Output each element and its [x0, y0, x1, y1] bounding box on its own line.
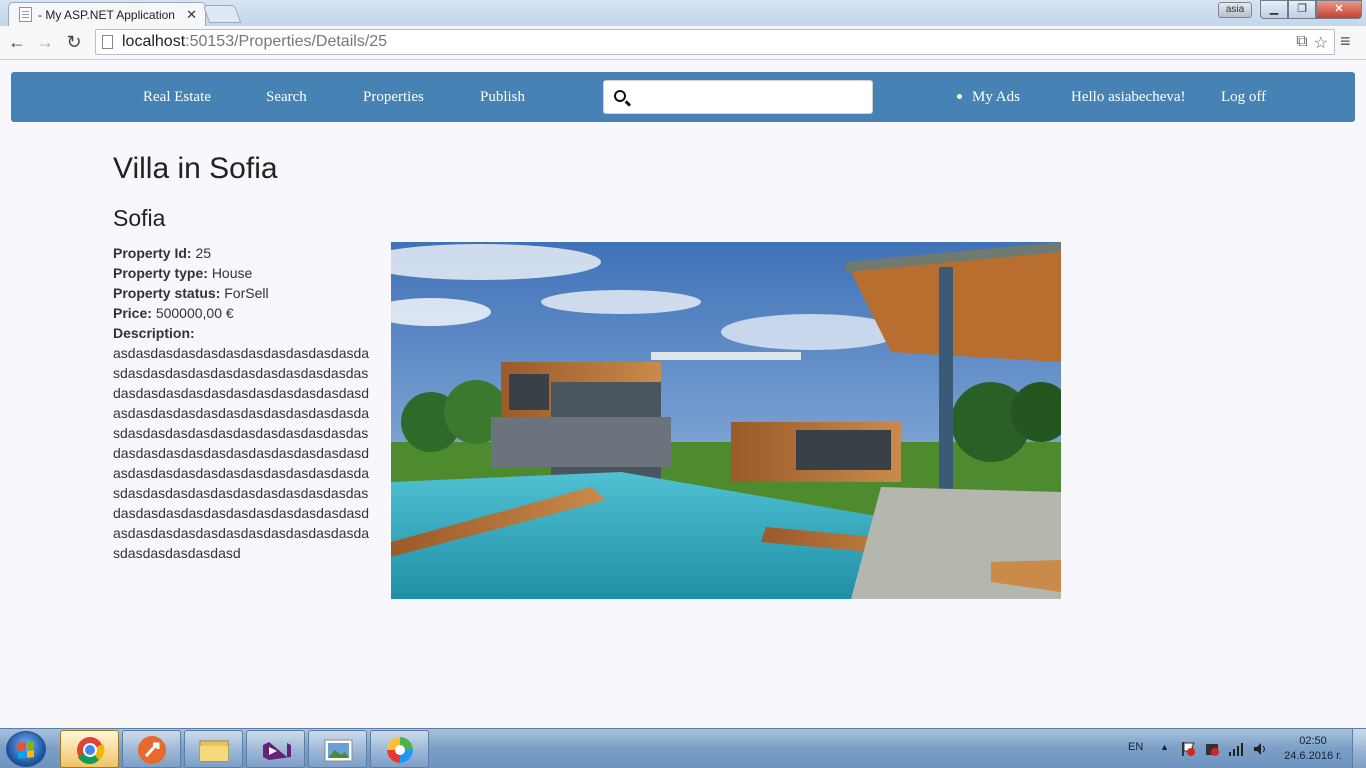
start-button[interactable] [6, 731, 46, 767]
show-hidden-icons-icon[interactable]: ▲ [1160, 742, 1169, 752]
action-center-flag-icon[interactable] [1180, 741, 1196, 757]
windows-logo-icon [18, 741, 34, 759]
network-signal-icon[interactable] [1228, 741, 1244, 757]
rocket-icon [138, 736, 166, 764]
nav-link-publish[interactable]: Publish [480, 89, 525, 106]
browser-toolbar: ← → ↻ localhost:50153/Properties/Details… [0, 26, 1366, 60]
taskbar-app-button-2[interactable] [122, 730, 181, 768]
clock-time: 02:50 [1299, 735, 1327, 747]
property-id-row: Property Id: 25 [113, 243, 375, 263]
translate-icon[interactable]: ⧉ [1296, 33, 1307, 53]
property-status-row: Property status: ForSell [113, 283, 375, 303]
new-tab-button[interactable] [202, 5, 242, 23]
bullet-icon [957, 94, 962, 99]
profile-badge[interactable]: asia [1218, 2, 1252, 18]
tab-title: - My ASP.NET Application [38, 7, 175, 22]
taskbar-chrome-button[interactable] [60, 730, 119, 768]
page-icon [102, 35, 113, 49]
nav-link-logoff[interactable]: Log off [1221, 89, 1266, 106]
page-title: Villa in Sofia [113, 152, 278, 185]
property-description-label: Description: [113, 325, 195, 341]
show-desktop-button[interactable] [1352, 729, 1366, 768]
clock-date: 24.6.2016 г. [1284, 750, 1342, 762]
folder-icon [199, 740, 229, 762]
nav-link-my-ads[interactable]: My Ads [972, 89, 1020, 106]
chrome-icon [77, 737, 105, 765]
url-host: localhost [122, 33, 186, 50]
search-input[interactable] [634, 83, 868, 111]
nav-link-search[interactable]: Search [266, 89, 307, 106]
property-status-value: ForSell [224, 285, 269, 301]
browser-titlebar: - My ASP.NET Application ✕ asia ▁ ❐ ✕ [0, 0, 1366, 26]
property-details: Property Id: 25 Property type: House Pro… [113, 243, 375, 563]
taskbar-visual-studio-button[interactable] [246, 730, 305, 768]
taskbar-explorer-button[interactable] [184, 730, 243, 768]
property-description-row: Description: [113, 323, 375, 343]
browser-tab[interactable]: - My ASP.NET Application ✕ [8, 2, 206, 26]
window-controls: ▁ ❐ ✕ [1260, 0, 1362, 19]
security-icon[interactable] [1204, 741, 1220, 757]
picasa-icon [387, 737, 413, 763]
visual-studio-icon [263, 742, 291, 760]
address-bar[interactable]: localhost:50153/Properties/Details/25 ⧉ … [95, 29, 1335, 55]
back-arrow-icon[interactable]: ← [6, 31, 28, 53]
property-price-label: Price: [113, 305, 152, 321]
tab-close-icon[interactable]: ✕ [186, 7, 197, 23]
property-id-label: Property Id: [113, 245, 192, 261]
photo-viewer-icon [324, 739, 353, 762]
property-price-row: Price: 500000,00 € [113, 303, 375, 323]
volume-icon[interactable] [1252, 741, 1268, 757]
property-status-label: Property status: [113, 285, 221, 301]
url-path: :50153/Properties/Details/25 [185, 33, 388, 50]
page-favicon-icon [19, 7, 32, 22]
taskbar-photo-viewer-button[interactable] [308, 730, 367, 768]
system-clock[interactable]: 02:50 24.6.2016 г. [1280, 734, 1346, 764]
search-icon [614, 90, 626, 102]
property-price-value: 500000,00 € [155, 305, 234, 321]
minimize-button[interactable]: ▁ [1260, 0, 1288, 19]
maximize-button[interactable]: ❐ [1288, 0, 1316, 19]
input-language[interactable]: EN [1128, 741, 1143, 753]
property-type-value: House [211, 265, 253, 281]
nav-brand-real-estate[interactable]: Real Estate [143, 89, 211, 106]
property-type-label: Property type: [113, 265, 208, 281]
windows-taskbar: EN ▲ 02:50 24.6.2016 г. [0, 728, 1366, 768]
taskbar-picasa-button[interactable] [370, 730, 429, 768]
reload-icon[interactable]: ↻ [63, 31, 85, 53]
site-navbar: Real Estate Search Properties Publish My… [11, 72, 1355, 122]
navbar-search [603, 80, 873, 114]
nav-greeting[interactable]: Hello asiabecheva! [1071, 89, 1186, 106]
browser-menu-icon[interactable]: ≡ [1340, 31, 1351, 52]
property-photo [391, 242, 1061, 599]
nav-link-properties[interactable]: Properties [363, 89, 424, 106]
property-city: Sofia [113, 205, 166, 231]
bookmark-star-icon[interactable]: ☆ [1314, 33, 1328, 53]
property-type-row: Property type: House [113, 263, 375, 283]
forward-arrow-icon[interactable]: → [34, 31, 56, 53]
property-id-value: 25 [195, 245, 212, 261]
property-description-text: asdasdasdasdasdasdasdasdasdasdasdasdasda… [113, 345, 370, 561]
close-window-button[interactable]: ✕ [1316, 0, 1362, 19]
